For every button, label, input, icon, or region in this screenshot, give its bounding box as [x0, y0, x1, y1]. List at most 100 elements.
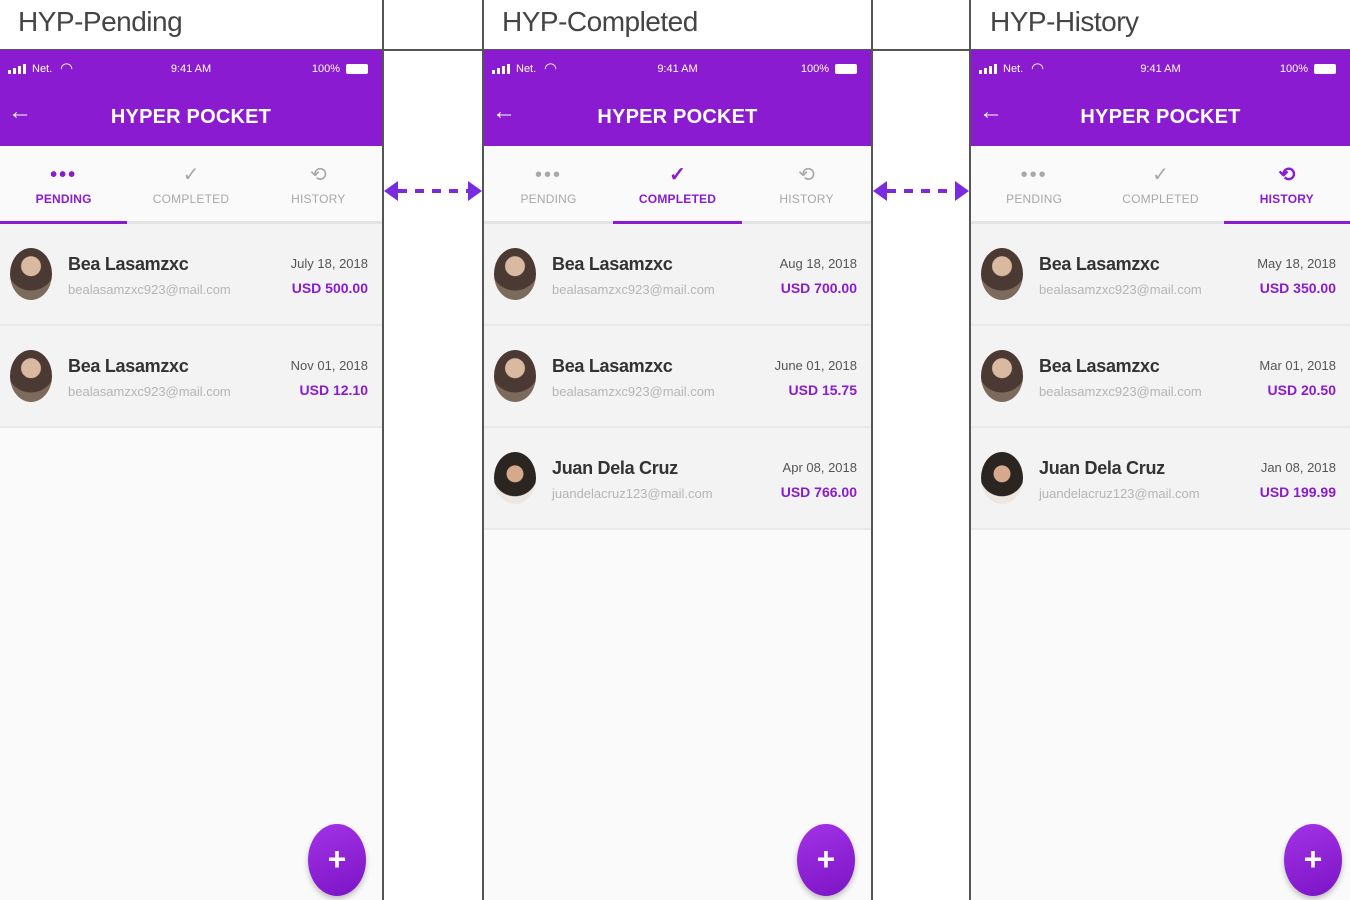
tab-completed[interactable]: ✓ COMPLETED — [613, 146, 742, 224]
tab-label: HISTORY — [291, 192, 346, 206]
tab-label: COMPLETED — [1122, 192, 1199, 206]
list-item[interactable]: Bea Lasamzxc bealasamzxc923@mail.com Mar 0… — [971, 326, 1350, 428]
double-arrow-icon — [384, 178, 482, 204]
avatar — [10, 248, 52, 300]
more-dots-icon: ••• — [50, 164, 78, 186]
contact-name: Bea Lasamzxc — [68, 254, 189, 274]
list-item[interactable]: Bea Lasamzxc bealasamzxc923@mail.com May 1… — [971, 224, 1350, 326]
contact-email: bealasamzxc923@mail.com — [552, 384, 715, 399]
app-bar: Net. ◠ 9:41 AM 100% ← HYPER POCKET — [971, 50, 1350, 146]
tab-label: PENDING — [1006, 192, 1063, 206]
contact-name: Bea Lasamzxc — [68, 356, 189, 376]
tab-label: HISTORY — [779, 192, 834, 206]
list-item[interactable]: Juan Dela Cruz juandelacruz123@mail.com Ap… — [484, 428, 871, 530]
avatar — [981, 452, 1023, 504]
transaction-date: Mar 01, 2018 — [1259, 358, 1336, 373]
tab-pending[interactable]: ••• PENDING — [971, 146, 1097, 221]
add-button[interactable]: + — [797, 824, 855, 896]
battery-percent: 100% — [800, 63, 829, 75]
avatar — [494, 452, 536, 504]
screen-label-completed: HYP-Completed — [502, 6, 698, 37]
screen-label-history: HYP-History — [990, 6, 1139, 37]
list-item[interactable]: Bea Lasamzxc bealasamzxc923@mail.com June … — [484, 326, 871, 428]
transaction-date: Apr 08, 2018 — [782, 460, 857, 475]
app-title: HYPER POCKET — [597, 106, 758, 128]
avatar — [494, 350, 536, 402]
contact-name: Juan Dela Cruz — [552, 458, 678, 478]
tab-pending[interactable]: ••• PENDING — [484, 146, 613, 221]
avatar — [981, 248, 1023, 300]
status-bar: Net. ◠ 9:41 AM 100% — [0, 50, 382, 90]
transaction-amount: USD 199.99 — [1259, 484, 1336, 500]
tab-label: HISTORY — [1259, 192, 1314, 206]
contact-name: Bea Lasamzxc — [552, 356, 673, 376]
frame-divider — [871, 0, 873, 900]
transaction-amount: USD 700.00 — [780, 280, 857, 296]
battery-icon — [346, 64, 368, 74]
battery-percent: 100% — [1279, 63, 1308, 75]
contact-name: Bea Lasamzxc — [1039, 254, 1160, 274]
contact-name: Juan Dela Cruz — [1039, 458, 1165, 478]
tab-bar: ••• PENDING ✓ COMPLETED ⟲ HISTORY — [0, 146, 382, 224]
transaction-list: Bea Lasamzxc bealasamzxc923@mail.com May 1… — [971, 224, 1350, 530]
phone-screen-pending: Net. ◠ 9:41 AM 100% ← HYPER POCKET ••• PENDING ✓… — [0, 50, 382, 900]
app-bar: Net. ◠ 9:41 AM 100% ← HYPER POCKET — [484, 50, 871, 146]
transaction-list: Bea Lasamzxc bealasamzxc923@mail.com July … — [0, 224, 382, 428]
transaction-list: Bea Lasamzxc bealasamzxc923@mail.com Aug 1… — [484, 224, 871, 530]
app-title: HYPER POCKET — [1080, 106, 1241, 128]
add-button[interactable]: + — [308, 824, 366, 896]
check-icon: ✓ — [1152, 164, 1169, 186]
tab-label: COMPLETED — [152, 192, 230, 206]
avatar — [981, 350, 1023, 402]
contact-email: juandelacruz123@mail.com — [1039, 486, 1200, 501]
contact-email: bealasamzxc923@mail.com — [1039, 282, 1202, 297]
list-item[interactable]: Bea Lasamzxc bealasamzxc923@mail.com Aug 1… — [484, 224, 871, 326]
history-icon: ⟲ — [1278, 164, 1296, 186]
add-button[interactable]: + — [1284, 824, 1342, 896]
avatar — [494, 248, 536, 300]
app-bar: Net. ◠ 9:41 AM 100% ← HYPER POCKET — [0, 50, 382, 146]
list-item[interactable]: Juan Dela Cruz juandelacruz123@mail.com Ja… — [971, 428, 1350, 530]
battery-icon — [835, 64, 857, 74]
transaction-date: Jan 08, 2018 — [1260, 460, 1336, 475]
contact-email: bealasamzxc923@mail.com — [1039, 384, 1202, 399]
contact-name: Bea Lasamzxc — [1039, 356, 1160, 376]
tab-completed[interactable]: ✓ COMPLETED — [1097, 146, 1223, 221]
transaction-amount: USD 20.50 — [1267, 382, 1336, 398]
tab-bar: ••• PENDING ✓ COMPLETED ⟲ HISTORY — [971, 146, 1350, 224]
history-icon: ⟲ — [309, 164, 327, 186]
history-icon: ⟲ — [798, 164, 815, 186]
tab-label: COMPLETED — [638, 192, 717, 206]
contact-email: bealasamzxc923@mail.com — [68, 384, 231, 399]
transaction-amount: USD 350.00 — [1259, 280, 1336, 296]
frame-divider — [382, 0, 384, 900]
tab-label: PENDING — [520, 192, 577, 206]
contact-email: bealasamzxc923@mail.com — [552, 282, 715, 297]
transaction-date: Aug 18, 2018 — [779, 256, 857, 271]
check-icon: ✓ — [182, 164, 200, 186]
transaction-date: June 01, 2018 — [774, 358, 857, 373]
tab-history[interactable]: ⟲ HISTORY — [742, 146, 871, 221]
avatar — [10, 350, 52, 402]
app-title: HYPER POCKET — [110, 106, 272, 128]
transaction-date: May 18, 2018 — [1257, 256, 1336, 271]
tab-label: PENDING — [35, 192, 92, 206]
battery-percent: 100% — [311, 63, 340, 75]
double-arrow-icon — [873, 178, 969, 204]
status-bar: Net. ◠ 9:41 AM 100% — [971, 50, 1350, 90]
more-dots-icon: ••• — [534, 164, 562, 186]
transaction-date: Nov 01, 2018 — [290, 358, 368, 373]
tab-completed[interactable]: ✓ COMPLETED — [127, 146, 254, 221]
check-icon: ✓ — [669, 164, 686, 186]
tab-history[interactable]: ⟲ HISTORY — [255, 146, 382, 221]
status-bar: Net. ◠ 9:41 AM 100% — [484, 50, 871, 90]
tab-history[interactable]: ⟲ HISTORY — [1223, 146, 1350, 224]
list-item[interactable]: Bea Lasamzxc bealasamzxc923@mail.com July … — [0, 224, 382, 326]
screen-label-pending: HYP-Pending — [18, 6, 183, 37]
battery-icon — [1314, 64, 1336, 74]
phone-screen-history: Net. ◠ 9:41 AM 100% ← HYPER POCKET ••• PENDING ✓… — [971, 50, 1350, 900]
tab-pending[interactable]: ••• PENDING — [0, 146, 128, 224]
contact-email: juandelacruz123@mail.com — [552, 486, 713, 501]
transaction-amount: USD 766.00 — [780, 484, 857, 500]
list-item[interactable]: Bea Lasamzxc bealasamzxc923@mail.com Nov 0… — [0, 326, 382, 428]
